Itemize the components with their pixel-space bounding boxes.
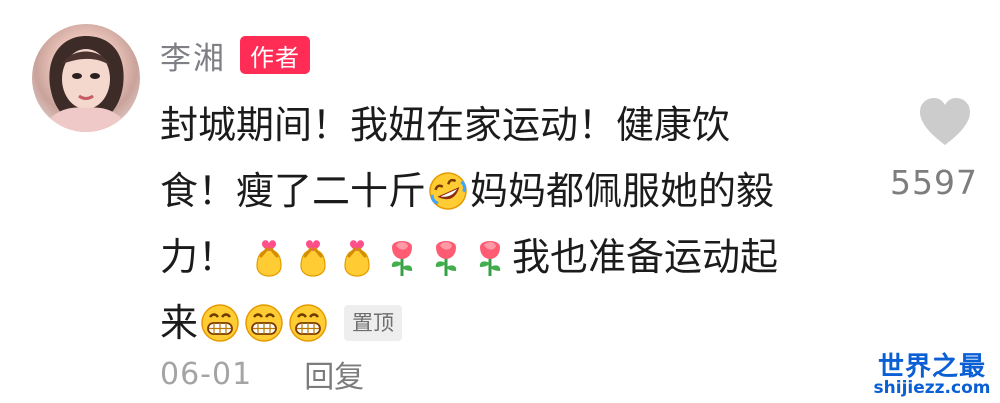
comment-text-segment: 我也准备运动起 (512, 235, 779, 279)
pinned-badge: 置顶 (344, 305, 403, 341)
hand-heart-emoji (293, 236, 335, 278)
author-row: 李湘 作者 (160, 32, 310, 78)
comment-text: 封城期间！我妞在家运动！健康饮 食！瘦了二十斤 妈妈都佩服她的毅 力！ 我也准备… (160, 92, 880, 356)
author-avatar[interactable] (32, 24, 140, 132)
comment-line-2: 食！瘦了二十斤 妈妈都佩服她的毅 (160, 158, 880, 224)
rose-emoji (469, 236, 511, 278)
comment-line-4: 来 置顶 (160, 290, 880, 356)
author-name[interactable]: 李湘 (160, 33, 226, 78)
grin-emoji (287, 302, 329, 344)
hand-heart-emoji (337, 236, 379, 278)
comment-text-segment: 食！瘦了二十斤 (160, 169, 427, 213)
reply-button[interactable]: 回复 (304, 352, 364, 396)
rofl-emoji (427, 170, 469, 212)
comment-text-segment: 封城期间！我妞在家运动！健康饮 (160, 103, 731, 147)
comment-meta: 06-01 回复 (160, 352, 364, 396)
watermark-url: shijiezz.com (873, 378, 991, 398)
hand-heart-emoji (249, 236, 291, 278)
comment-text-segment: 来 (160, 301, 199, 345)
rose-emoji (425, 236, 467, 278)
comment-line-1: 封城期间！我妞在家运动！健康饮 (160, 92, 880, 158)
avatar-portrait (46, 36, 126, 132)
rose-emoji (381, 236, 423, 278)
comment-text-segment: 力！ (160, 235, 237, 279)
grin-emoji (199, 302, 241, 344)
comment-text-segment: 妈妈都佩服她的毅 (470, 169, 775, 213)
like-count: 5597 (890, 163, 978, 202)
author-badge: 作者 (240, 36, 310, 74)
grin-emoji (243, 302, 285, 344)
comment-line-3: 力！ 我也准备运动起 (160, 224, 880, 290)
heart-icon[interactable] (916, 96, 974, 148)
comment-date: 06-01 (160, 356, 253, 392)
